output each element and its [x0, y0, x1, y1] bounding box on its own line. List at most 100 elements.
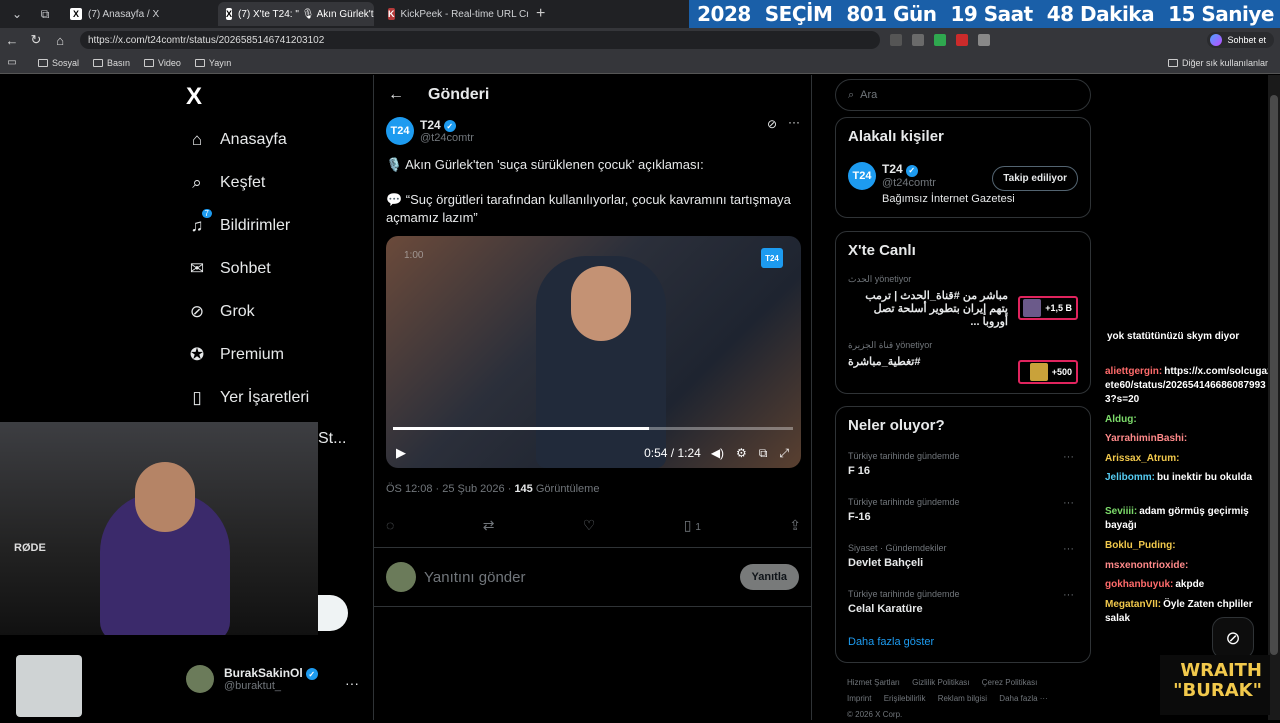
bookmark-folder[interactable]: Video	[144, 58, 181, 68]
page-scrollbar[interactable]	[1268, 75, 1280, 720]
nav-item-grok[interactable]: ⊘ Grok	[186, 301, 255, 323]
post-actions: ◌ ⇄ ♡ ▯ 1 ⇪	[386, 517, 801, 534]
tab-title: (7) Anasayfa / X	[88, 8, 160, 20]
post-timestamp[interactable]: ÖS 12:08 · 25 Şub 2026 ·	[386, 483, 511, 495]
browser-tab-2[interactable]: X (7) X'te T24: " 🎙 Akın Gürlek'ten ✕	[218, 2, 374, 26]
bookmark-folder[interactable]: Yayın	[194, 58, 231, 68]
extension-icon[interactable]	[912, 34, 924, 46]
reload-icon[interactable]: ↻	[24, 32, 48, 48]
bookmark-label: Sosyal	[52, 57, 80, 68]
trend-more-icon[interactable]: ···	[1063, 543, 1074, 555]
like-icon[interactable]: ♡	[583, 517, 596, 534]
browser-tab-1[interactable]: X (7) Anasayfa / X	[62, 2, 212, 26]
live-card: X'te Canlı الحدث yönetiyor مباشر من #قنا…	[835, 231, 1091, 394]
account-bio: Bağımsız İnternet Gazetesi	[882, 192, 1015, 205]
other-bookmarks[interactable]: Diğer sık kullanılanlar	[1167, 58, 1268, 68]
nav-item-notifications[interactable]: ♫ 7 Bildirimler	[186, 209, 290, 237]
reply-input[interactable]: Yanıtını gönder	[424, 569, 525, 586]
video-controls: ▶ 0:54 / 1:24 ◀) ⚙ ⧉ ⤢	[386, 438, 801, 468]
following-button[interactable]: Takip ediliyor	[992, 166, 1078, 191]
scrollbar-thumb[interactable]	[1270, 95, 1278, 655]
related-account[interactable]: T24 T24 ✓ @t24comtr Bağımsız İnternet Gaz…	[848, 162, 1015, 205]
extension-icon[interactable]	[978, 34, 990, 46]
pip-icon[interactable]: ⧉	[759, 446, 768, 461]
x-page: X ⌂ Anasayfa ⌕ Keşfet ♫ 7 Bildirimler ✉ S…	[0, 75, 1280, 720]
volume-icon[interactable]: ◀)	[711, 446, 724, 460]
live-listener-badge[interactable]: +1,5 B	[1018, 296, 1078, 320]
bookmark-folder[interactable]: Sosyal	[38, 58, 79, 68]
video-progress-bar[interactable]	[393, 427, 793, 430]
footer-link[interactable]: Daha fazla ···	[999, 694, 1047, 703]
video-overlay-time: 1:00	[404, 250, 424, 261]
trend-name: Celal Karatüre	[848, 603, 923, 615]
countdown-label: SEÇİM	[764, 2, 833, 26]
chat-message: yok statütünüzü skym diyor	[1107, 331, 1240, 342]
bookmark-folder[interactable]: Basın	[93, 58, 130, 68]
trend-item[interactable]: Siyaset · Gündemdekiler Devlet Bahçeli ·…	[848, 543, 1080, 569]
grok-explain-icon[interactable]: ⊘	[767, 117, 777, 131]
extension-icon[interactable]	[890, 34, 902, 46]
trend-item[interactable]: Türkiye tarihinde gündemde Celal Karatür…	[848, 589, 1080, 615]
trend-more-icon[interactable]: ···	[1063, 589, 1074, 601]
settings-icon[interactable]: ⚙	[736, 446, 747, 460]
url-bar[interactable]: https://x.com/t24comtr/status/2026585146…	[80, 31, 880, 49]
nav-label: St...	[318, 430, 347, 447]
post-more-icon[interactable]: ···	[788, 115, 800, 129]
nav-item-bookmarks[interactable]: ▯ Yer İşaretleri	[186, 387, 309, 409]
footer-link[interactable]: Imprint	[847, 694, 871, 703]
repost-icon[interactable]: ⇄	[483, 517, 495, 534]
extension-icon[interactable]	[934, 34, 946, 46]
trend-name: F-16	[848, 511, 871, 523]
tab-menu-icon[interactable]: ⌄	[6, 3, 28, 25]
trend-item[interactable]: Türkiye tarihinde gündemde F 16 ···	[848, 451, 1080, 477]
reply-icon[interactable]: ◌	[386, 517, 394, 534]
streamer-head	[135, 462, 195, 532]
back-arrow-icon[interactable]: ←	[388, 86, 404, 104]
bookmark-action[interactable]: ▯ 1	[684, 517, 701, 534]
search-input[interactable]: ⌕ Ara	[835, 79, 1091, 111]
footer-link[interactable]: Reklam bilgisi	[938, 694, 987, 703]
copilot-chat-button[interactable]: Sohbet et	[1207, 32, 1274, 48]
live-listener-badge[interactable]: +500	[1018, 360, 1078, 384]
back-arrow-icon[interactable]: ←	[0, 33, 24, 48]
live-title: #تغطية_مباشرة	[848, 356, 921, 368]
grok-icon: ⊘	[189, 302, 205, 321]
nav-item-partial[interactable]: St...	[318, 430, 346, 448]
new-tab-icon[interactable]: +	[536, 5, 545, 23]
show-more-link[interactable]: Daha fazla göster	[848, 636, 934, 648]
video-player[interactable]: T24 1:00 ▶ 0:54 / 1:24 ◀) ⚙ ⧉ ⤢	[386, 236, 801, 468]
reply-button[interactable]: Yanıtla	[739, 564, 799, 590]
nav-item-messages[interactable]: ✉ Sohbet	[186, 258, 271, 280]
footer-link[interactable]: Çerez Politikası	[982, 678, 1038, 687]
footer-link[interactable]: Gizlilik Politikası	[912, 678, 969, 687]
trend-more-icon[interactable]: ···	[1063, 497, 1074, 509]
tab-actions-icon[interactable]: ⧉	[34, 3, 56, 25]
post-text-line1: 🎙️ Akın Gürlek'ten 'suça sürüklenen çocu…	[386, 157, 704, 172]
post-author[interactable]: T24 T24 ✓ @t24comtr	[386, 117, 474, 145]
nav-item-home[interactable]: ⌂ Anasayfa	[186, 129, 287, 151]
extension-icon[interactable]	[956, 34, 968, 46]
trend-item[interactable]: Türkiye tarihinde gündemde F-16 ···	[848, 497, 1080, 523]
post-text-line2: 💬 “Suç örgütleri tarafından kullanılıyor…	[386, 192, 791, 225]
footer-link[interactable]: Erişilebilirlik	[884, 694, 926, 703]
trend-more-icon[interactable]: ···	[1063, 451, 1074, 463]
live-thumbnail	[1029, 363, 1048, 381]
live-host: الحدث yönetiyor	[848, 274, 912, 284]
share-icon[interactable]: ⇪	[789, 517, 801, 534]
chat-message: YarrahiminBashi:	[1105, 433, 1188, 444]
fullscreen-icon[interactable]: ⤢	[779, 446, 789, 461]
home-icon[interactable]: ⌂	[48, 33, 72, 48]
post-detail-column: ← Gönderi T24 T24 ✓ @t24comtr ⊘ ··· 🎙️ Ak…	[373, 75, 812, 720]
browser-tab-3[interactable]: K KickPeek - Real-time URL Crawler	[380, 2, 528, 26]
grok-floating-icon[interactable]: ⊘	[1212, 617, 1254, 659]
account-switcher[interactable]: BurakSakinOl ✓ @buraktut_	[186, 665, 318, 693]
x-logo[interactable]: X	[186, 83, 202, 111]
play-icon[interactable]: ▶	[396, 445, 406, 461]
account-more-icon[interactable]: ···	[345, 675, 359, 691]
nav-item-explore[interactable]: ⌕ Keşfet	[186, 172, 265, 194]
reading-list-icon[interactable]: ▭	[0, 57, 24, 68]
bookmarks-bar: ▭ Sosyal Basın Video Yayın Diğer sık kul…	[0, 52, 1280, 74]
nav-item-premium[interactable]: ✪ Premium	[186, 344, 284, 366]
footer-link[interactable]: Hizmet Şartları	[847, 678, 900, 687]
chat-message: Boklu_Puding:	[1105, 540, 1176, 551]
